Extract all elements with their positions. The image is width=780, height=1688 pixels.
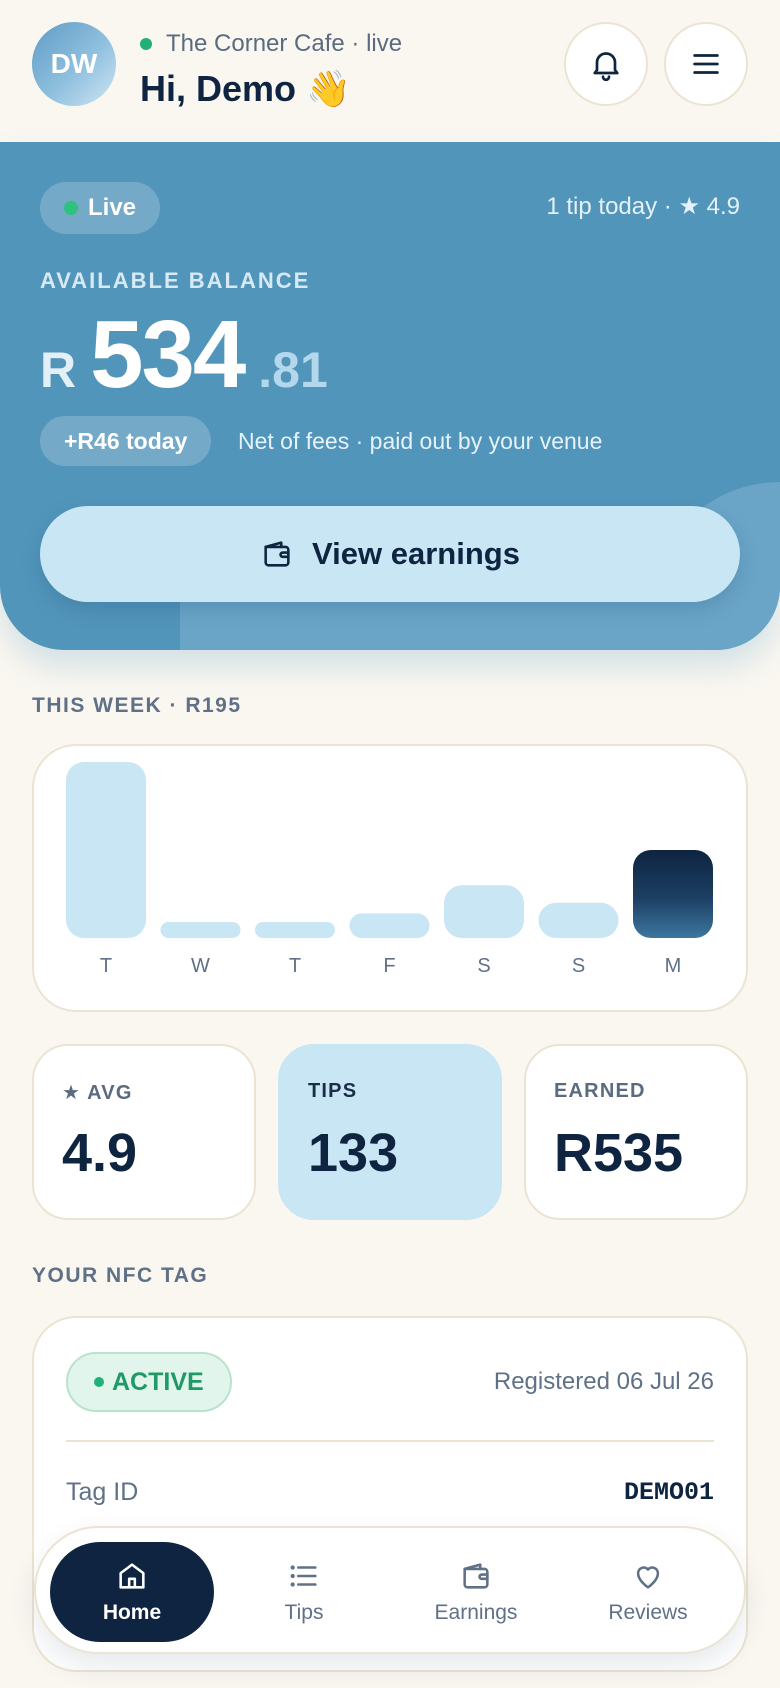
avg-rating-label: ★ AVG	[62, 1082, 133, 1104]
week-section-label: THIS WEEK · R195	[32, 694, 242, 717]
chart-bar	[160, 922, 241, 938]
list-icon	[290, 1565, 317, 1587]
wallet-icon	[463, 1563, 489, 1589]
balance-label: AVAILABLE BALANCE	[40, 268, 311, 293]
chart-day-label: W	[191, 955, 210, 977]
nav-earnings-label: Earnings	[434, 1601, 518, 1624]
weekly-chart-card: TWTFSSM	[32, 744, 748, 1012]
nav-tips[interactable]: Tips	[222, 1542, 386, 1642]
chart-day-label: T	[100, 955, 112, 977]
live-badge: Live	[40, 182, 161, 234]
nfc-registered-date: Registered 06 Jul 26	[493, 1368, 714, 1395]
nfc-status-text: ACTIVE	[112, 1367, 204, 1396]
view-earnings-label: View earnings	[312, 536, 520, 571]
balance-amount: R 534 .81	[40, 300, 328, 410]
tag-id-value: DEMO01	[623, 1478, 714, 1507]
live-label: Live	[88, 194, 137, 221]
earned-value: R535	[554, 1123, 684, 1183]
view-earnings-button[interactable]: View earnings	[40, 506, 740, 602]
tips-count-label: TIPS	[308, 1080, 358, 1102]
chart-bar	[349, 913, 430, 938]
nav-tips-label: Tips	[284, 1601, 324, 1624]
balance-currency: R	[40, 342, 77, 398]
nav-earnings[interactable]: Earnings	[394, 1542, 558, 1642]
venue-status: The Corner Cafe · live	[140, 30, 402, 58]
nfc-status-badge: ACTIVE	[66, 1352, 232, 1412]
chart-day-label: S	[477, 955, 490, 977]
chart-bar	[633, 850, 713, 938]
tips-count-card: TIPS 133	[278, 1044, 502, 1220]
menu-button[interactable]	[664, 22, 748, 106]
nav-home[interactable]: Home	[50, 1542, 214, 1642]
nav-home-label: Home	[102, 1601, 162, 1624]
tag-id-label: Tag ID	[66, 1478, 139, 1506]
avatar-initials: DW	[50, 48, 98, 79]
chart-day-label: T	[289, 955, 301, 977]
chart-bar	[444, 885, 524, 938]
wallet-icon	[264, 541, 290, 567]
bell-icon	[593, 52, 619, 82]
chart-day-label: S	[572, 955, 585, 977]
live-status-dot	[140, 38, 152, 50]
net-fees-note: Net of fees · paid out by your venue	[238, 428, 603, 454]
bottom-nav: Home Tips Earnings Reviews	[34, 1526, 746, 1654]
today-earnings-badge: +R46 today	[40, 416, 212, 466]
earned-card: EARNED R535	[524, 1044, 748, 1220]
live-dot	[64, 201, 78, 215]
notifications-button[interactable]	[564, 22, 648, 106]
today-stats: 1 tip today · ★ 4.9	[546, 193, 740, 220]
avg-rating-value: 4.9	[62, 1123, 138, 1183]
chart-day-label: M	[665, 955, 682, 977]
hamburger-icon	[693, 54, 719, 74]
heart-icon	[636, 1566, 660, 1589]
chart-day-label: F	[383, 955, 395, 977]
nfc-section-label: YOUR NFC TAG	[32, 1264, 209, 1287]
chart-bar	[66, 762, 146, 938]
chart-bar	[255, 922, 335, 938]
nav-reviews-label: Reviews	[608, 1601, 688, 1624]
earned-label: EARNED	[554, 1080, 646, 1102]
active-dot	[94, 1377, 104, 1387]
app-header: DW The Corner Cafe · live Hi, Demo 👋	[0, 0, 780, 142]
home-icon	[119, 1563, 145, 1589]
balance-cents: .81	[258, 342, 328, 398]
greeting: Hi, Demo 👋	[140, 68, 351, 109]
chart-bar	[538, 902, 619, 938]
weekly-bar-chart: TWTFSSM	[66, 762, 713, 977]
tips-count-value: 133	[308, 1123, 399, 1183]
balance-whole: 534	[90, 301, 246, 408]
avg-rating-card: ★ AVG 4.9	[32, 1044, 256, 1220]
venue-status-text: The Corner Cafe · live	[166, 30, 403, 57]
avatar[interactable]: DW	[32, 22, 116, 106]
nav-reviews[interactable]: Reviews	[566, 1542, 730, 1642]
divider	[66, 1440, 714, 1442]
balance-card: Live 1 tip today · ★ 4.9 AVAILABLE BALAN…	[0, 142, 780, 650]
